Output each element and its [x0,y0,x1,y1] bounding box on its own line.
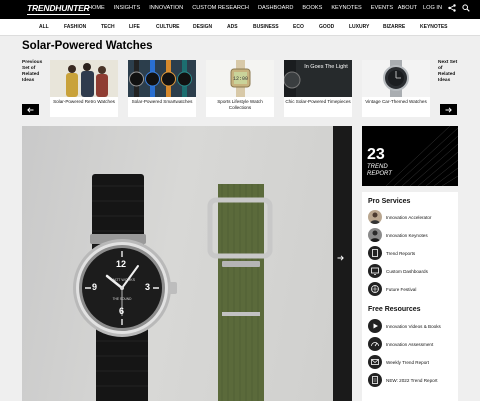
sidebar-panel: Pro Services Innovation Accelerator Inno… [362,192,458,401]
category-life[interactable]: LIFE [129,24,140,30]
trend-report-year: 23 [367,146,385,163]
page-title: Solar-Powered Watches [22,40,153,52]
dial-number-9: 9 [92,282,98,292]
play-icon [368,319,382,333]
category-tech[interactable]: TECH [101,24,115,30]
previous-related-label: Previous Set of Related Ideas [22,60,43,83]
related-card-chic-timepieces[interactable]: In Goes The Light Chic Solar-Powered Tim… [284,60,352,117]
nav-login-link[interactable]: LOG IN [423,5,442,11]
trendhunter-logo[interactable]: TRENDHUNTER [27,3,90,15]
globe-icon [368,282,382,296]
dial-brand-text: MATT WORKS [110,278,136,282]
monitor-icon [368,264,382,278]
card-caption: Solar-Powered Smartwatches [131,99,193,104]
service-custom-dashboards[interactable]: Custom Dashboards [368,264,428,278]
arrow-left-icon [27,106,34,113]
next-related-label: Next Set of Related Ideas [438,60,458,83]
nav-right-group: ABOUT LOG IN [398,4,470,12]
category-business[interactable]: BUSINESS [253,24,279,30]
category-design[interactable]: DESIGN [193,24,212,30]
card-caption: Sports Lifestyle Watch Collections [217,99,263,110]
nav-about-link[interactable]: ABOUT [398,5,417,11]
card-caption: Chic Solar-Powered Timepieces [285,99,351,104]
main-nav: HOME INSIGHTS INNOVATION CUSTOM RESEARCH… [88,5,393,11]
nav-item-insights[interactable]: INSIGHTS [114,5,140,11]
person-avatar-icon [368,210,382,224]
resource-innovation-assessment[interactable]: Innovation Assessment [368,337,433,351]
category-eco[interactable]: ECO [293,24,304,30]
related-card-retro-watches[interactable]: Solar-Powered Retro Watches [50,60,118,117]
card-caption: Vintage Car-Themed Watches [365,99,427,104]
pro-services-heading: Pro Services [368,198,411,205]
speaker-avatar-icon [368,228,382,242]
card-thumbnail: 12:00 [206,60,274,97]
nav-item-custom-research[interactable]: CUSTOM RESEARCH [192,5,249,11]
search-icon[interactable] [462,4,470,12]
dial-number-12: 12 [116,259,127,269]
top-navigation-bar: TRENDHUNTER HOME INSIGHTS INNOVATION CUS… [0,0,480,19]
category-bar: ALL FASHION TECH LIFE CULTURE DESIGN ADS… [0,19,480,36]
trend-report-banner[interactable]: 23 TREND REPORT [362,126,458,186]
service-trend-reports[interactable]: Trend Reports [368,246,415,260]
dial-number-3: 3 [145,282,151,292]
card-overlay-text: In Goes The Light [304,64,348,70]
resource-innovation-videos[interactable]: Innovation Videos & Books [368,319,441,333]
category-all[interactable]: ALL [39,24,49,30]
gauge-icon [368,337,382,351]
dial-sub-text: THE SOUND [112,297,132,301]
previous-set-button[interactable] [22,104,39,115]
nav-item-dashboard[interactable]: DASHBOARD [258,5,293,11]
svg-text:12:00: 12:00 [233,76,248,82]
envelope-icon [368,355,382,369]
service-innovation-keynotes[interactable]: Innovation Keynotes [368,228,428,242]
share-icon[interactable] [448,4,456,12]
card-thumbnail [50,60,118,97]
nav-item-innovation[interactable]: INNOVATION [149,5,183,11]
service-future-festival[interactable]: Future Festival [368,282,416,296]
service-innovation-accelerator[interactable]: Innovation Accelerator [368,210,431,224]
main-article-image[interactable]: 12 3 6 9 MATT WORKS THE SOUND [22,126,352,401]
category-keynotes[interactable]: KEYNOTES [420,24,448,30]
category-bizarre[interactable]: BIZARRE [383,24,405,30]
category-good[interactable]: GOOD [319,24,334,30]
image-next-panel[interactable] [333,126,352,401]
card-thumbnail [128,60,196,97]
dial-number-6: 6 [119,306,125,316]
report-icon [368,373,382,387]
related-card-vintage-car[interactable]: Vintage Car-Themed Watches [362,60,430,117]
resource-2022-trend-report[interactable]: NEW: 2022 Trend Report [368,373,438,387]
free-resources-heading: Free Resources [368,306,421,313]
logo-text: TRENDHUNTER [27,3,90,13]
category-luxury[interactable]: LUXURY [349,24,369,30]
resource-weekly-trend-report[interactable]: Weekly Trend Report [368,355,429,369]
trend-report-title: TREND REPORT [367,164,392,177]
card-thumbnail: In Goes The Light [284,60,352,97]
arrow-right-icon [445,106,452,113]
category-culture[interactable]: CULTURE [156,24,180,30]
nav-item-events[interactable]: EVENTS [371,5,393,11]
category-ads[interactable]: ADS [227,24,238,30]
nav-item-keynotes[interactable]: KEYNOTES [331,5,361,11]
category-fashion[interactable]: FASHION [64,24,86,30]
related-card-smartwatches[interactable]: Solar-Powered Smartwatches [128,60,196,117]
next-set-button[interactable] [440,104,457,115]
document-icon [368,246,382,260]
image-next-arrow-icon[interactable] [337,255,344,263]
nav-item-books[interactable]: BOOKS [302,5,322,11]
nav-item-home[interactable]: HOME [88,5,105,11]
related-card-sports-lifestyle[interactable]: 12:00 Sports Lifestyle Watch Collections [206,60,274,117]
card-thumbnail [362,60,430,97]
card-caption: Solar-Powered Retro Watches [53,99,115,104]
